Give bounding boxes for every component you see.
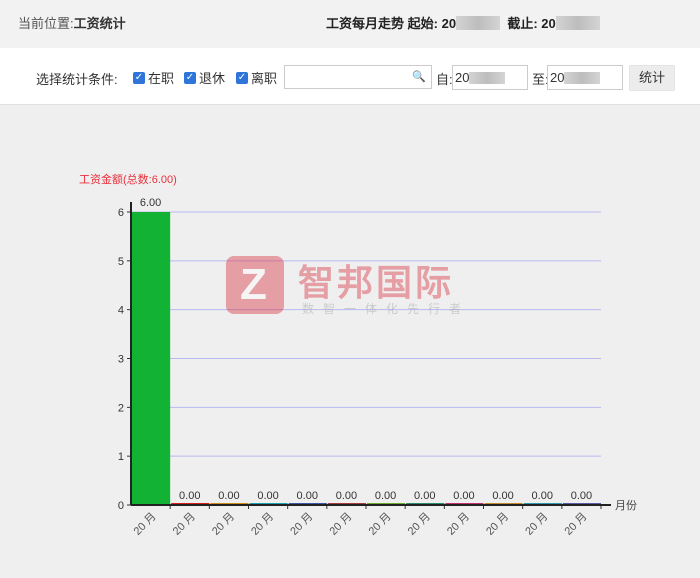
x-tick-label: 20 月: [445, 511, 472, 538]
x-tick-label: 20 月: [171, 511, 198, 538]
bar-value-label: 0.00: [218, 490, 239, 502]
end-label: 截止:: [507, 16, 538, 31]
y-tick-label: 5: [118, 256, 124, 268]
checkbox-checked-icon[interactable]: ✓: [184, 71, 196, 84]
checkbox-checked-icon[interactable]: ✓: [236, 71, 248, 84]
bar-value-label: 0.00: [453, 490, 474, 502]
date-from-value: 20: [455, 70, 470, 85]
bar-value-label: 0.00: [336, 490, 357, 502]
checkbox-checked-icon[interactable]: ✓: [133, 71, 145, 84]
search-icon[interactable]: 🔍: [412, 70, 426, 83]
redacted-block: [555, 16, 600, 30]
breadcrumb-current: 工资统计: [73, 16, 126, 31]
x-tick-label: 20 月: [562, 511, 589, 538]
redacted-block: [456, 16, 501, 30]
x-tick-label: 20 月: [327, 511, 354, 538]
x-tick-label: 20 月: [210, 511, 237, 538]
checkbox-resigned[interactable]: ✓ 离职: [236, 68, 277, 87]
y-tick-label: 0: [118, 500, 124, 512]
bar-value-label: 0.00: [257, 490, 278, 502]
bar-value-label: 0.00: [532, 490, 553, 502]
date-to-value: 20: [550, 70, 565, 85]
y-tick-label: 6: [118, 207, 124, 219]
x-tick-label: 20 月: [367, 511, 394, 538]
redacted-block: [564, 72, 601, 84]
from-label: 自:: [436, 72, 453, 87]
salary-bar-chart: 工资金额(总数:6.00) 0 1 2 3 4 5 6 6.00 20 月 0.00 20 月 0.00…: [79, 172, 637, 538]
x-tick-label: 20 月: [523, 511, 550, 538]
bar: [132, 212, 171, 505]
y-tick-label: 4: [118, 305, 124, 317]
bar-value-label: 0.00: [492, 490, 513, 502]
y-tick-label: 1: [118, 451, 124, 463]
breadcrumb: 当前位置:工资统计: [18, 13, 126, 32]
x-axis-label: 月份: [615, 499, 637, 512]
trend-title: 工资每月走势: [326, 16, 405, 31]
bar-value-label: 0.00: [375, 490, 396, 502]
x-tick-label: 20 月: [484, 511, 511, 538]
y-tick-label: 3: [118, 354, 124, 366]
redacted-block: [469, 72, 506, 84]
condition-label: 选择统计条件:: [36, 72, 118, 87]
end-value: 20: [541, 16, 556, 31]
chart-title: 工资金额(总数:6.00): [79, 172, 177, 186]
checkbox-label: 退休: [199, 71, 226, 86]
checkbox-label: 在职: [148, 71, 175, 86]
chart-area: 工资金额(总数:6.00) 0 1 2 3 4 5 6 6.00 20 月 0.00 20 月 0.00…: [0, 105, 700, 573]
start-value: 20: [441, 16, 457, 31]
trend-summary: 工资每月走势 起始: 20 截止: 20: [326, 13, 600, 32]
x-tick-label: 20 月: [406, 511, 433, 538]
start-label: 起始:: [407, 16, 438, 31]
statistics-button[interactable]: 统计: [629, 65, 675, 91]
top-bar: 当前位置:工资统计 工资每月走势 起始: 20 截止: 20: [0, 0, 700, 48]
bar-value-label: 0.00: [414, 490, 435, 502]
bar-value-label: 0.00: [179, 490, 200, 502]
search-input[interactable]: 🔍: [284, 65, 432, 89]
checkbox-retired[interactable]: ✓ 退休: [184, 68, 225, 87]
bar-value-label: 0.00: [297, 490, 318, 502]
breadcrumb-label: 当前位置:: [18, 16, 74, 31]
checkbox-label: 离职: [251, 71, 278, 86]
y-tick-label: 2: [118, 402, 124, 414]
x-tick-label: 20 月: [288, 511, 315, 538]
x-tick-label: 20 月: [132, 511, 159, 538]
x-tick-label: 20 月: [249, 511, 276, 538]
checkbox-active[interactable]: ✓ 在职: [133, 68, 174, 87]
bar-value-label: 6.00: [140, 197, 161, 209]
date-from-input[interactable]: 20: [452, 65, 528, 90]
bar-value-label: 0.00: [571, 490, 592, 502]
date-to-input[interactable]: 20: [547, 65, 623, 90]
filter-bar: 选择统计条件: ✓ 在职 ✓ 退休 ✓ 离职 🔍 自: 20 至: 20 统计: [0, 48, 700, 105]
